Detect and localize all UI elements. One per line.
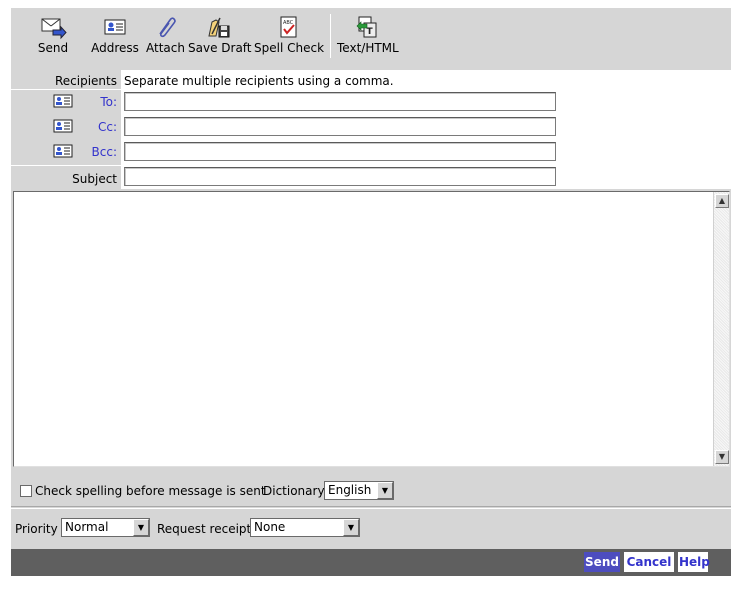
- address-book-icon: [104, 19, 126, 35]
- request-receipt-label: Request receipt: [157, 522, 252, 536]
- check-spelling-label: Check spelling before message is sent: [35, 484, 266, 498]
- compose-window: Send Address Attach Save Draft ABC Spell…: [11, 8, 731, 576]
- request-receipt-dropdown-arrow-icon[interactable]: ▼: [343, 519, 359, 536]
- svg-text:T: T: [367, 27, 374, 37]
- priority-value: Normal: [65, 520, 109, 534]
- subject-label-cell: Subject: [11, 166, 121, 189]
- cc-label[interactable]: Cc:: [98, 120, 117, 134]
- priority-dropdown-arrow-icon[interactable]: ▼: [133, 519, 149, 536]
- help-button[interactable]: Help: [678, 552, 710, 572]
- send-icon: [41, 18, 67, 40]
- address-toolbar-button[interactable]: Address: [91, 14, 139, 55]
- text-html-icon: T: [356, 16, 377, 38]
- priority-label: Priority: [15, 522, 58, 536]
- dictionary-label: Dictionary: [263, 484, 325, 498]
- footer-bar: Send Cancel Help: [11, 549, 731, 576]
- scroll-down-arrow-icon[interactable]: ▼: [715, 450, 729, 464]
- spell-check-icon: ABC: [280, 16, 297, 38]
- spelling-options-row: Check spelling before message is sent Di…: [11, 473, 731, 507]
- cancel-button[interactable]: Cancel: [624, 552, 674, 572]
- subject-input[interactable]: [124, 167, 556, 186]
- send-toolbar-label: Send: [37, 41, 69, 55]
- to-label[interactable]: To:: [100, 95, 117, 109]
- bcc-address-book-icon[interactable]: [53, 144, 73, 158]
- dictionary-select[interactable]: English ▼: [324, 481, 394, 500]
- send-toolbar-button[interactable]: Send: [35, 14, 71, 55]
- to-address-book-icon[interactable]: [53, 94, 73, 108]
- dictionary-dropdown-arrow-icon[interactable]: ▼: [377, 482, 393, 499]
- save-draft-toolbar-button[interactable]: Save Draft: [188, 14, 252, 55]
- to-input[interactable]: [124, 92, 556, 111]
- body-scrollbar[interactable]: ▲ ▼: [713, 192, 729, 466]
- send-button[interactable]: Send: [584, 552, 620, 572]
- request-receipt-value: None: [254, 520, 286, 534]
- paperclip-icon: [159, 17, 176, 38]
- dictionary-value: English: [328, 483, 372, 497]
- address-toolbar-label: Address: [91, 41, 139, 55]
- bcc-input[interactable]: [124, 142, 556, 161]
- attach-toolbar-button[interactable]: Attach: [146, 14, 185, 55]
- request-receipt-select[interactable]: None ▼: [250, 518, 360, 537]
- attach-toolbar-label: Attach: [146, 41, 185, 55]
- spell-check-toolbar-button[interactable]: ABC Spell Check: [254, 14, 325, 55]
- scroll-up-arrow-icon[interactable]: ▲: [715, 194, 729, 208]
- priority-options-row: Priority Normal ▼ Request receipt None ▼: [11, 508, 731, 548]
- check-spelling-checkbox[interactable]: [20, 485, 32, 497]
- cc-input[interactable]: [124, 117, 556, 136]
- save-draft-toolbar-label: Save Draft: [188, 41, 252, 55]
- text-html-toolbar-label: Text/HTML: [337, 41, 399, 55]
- bcc-label[interactable]: Bcc:: [92, 145, 117, 159]
- priority-select[interactable]: Normal ▼: [61, 518, 150, 537]
- svg-text:ABC: ABC: [283, 20, 294, 26]
- message-body-input[interactable]: [14, 192, 713, 466]
- toolbar: Send Address Attach Save Draft ABC Spell…: [11, 8, 731, 70]
- toolbar-separator: [330, 14, 331, 58]
- message-body-container: ▲ ▼: [13, 191, 730, 467]
- cc-address-book-icon[interactable]: [53, 119, 73, 133]
- save-draft-icon: [208, 17, 230, 38]
- text-html-toolbar-button[interactable]: T Text/HTML: [337, 14, 399, 55]
- recipients-hint: Separate multiple recipients using a com…: [124, 74, 394, 88]
- message-header: Recipients Separate multiple recipients …: [11, 70, 731, 189]
- subject-label: Subject: [72, 172, 117, 186]
- address-labels-column: To: Cc: Bcc:: [11, 90, 121, 165]
- recipients-label-cell: Recipients: [11, 70, 121, 89]
- spell-check-toolbar-label: Spell Check: [254, 41, 325, 55]
- recipients-label: Recipients: [54, 74, 117, 88]
